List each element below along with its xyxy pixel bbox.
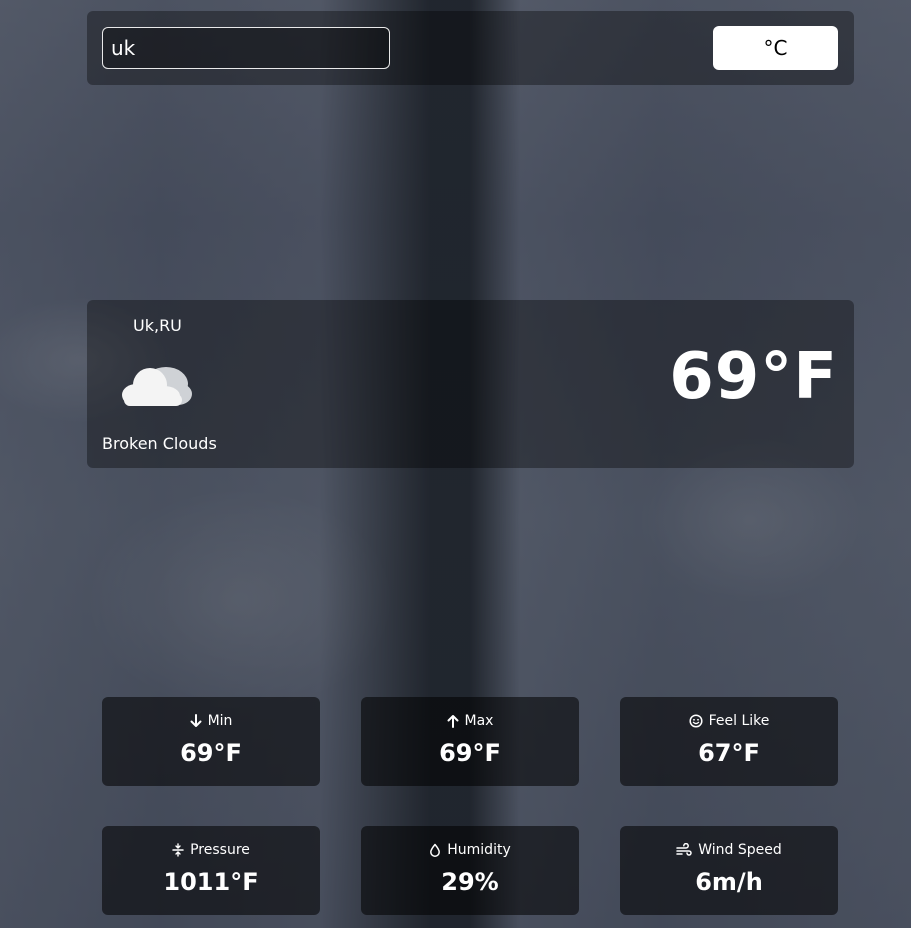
stat-card-pressure: Pressure 1011°F bbox=[102, 826, 320, 915]
arrow-up-icon bbox=[447, 715, 459, 728]
stat-label: Min bbox=[207, 713, 233, 729]
pressure-icon bbox=[172, 843, 184, 857]
stat-card-max: Max 69°F bbox=[361, 697, 579, 786]
stat-value: 67°F bbox=[698, 739, 760, 767]
current-temperature: 69°F bbox=[669, 340, 838, 414]
stat-value: 69°F bbox=[439, 739, 501, 767]
city-search-input[interactable] bbox=[102, 27, 390, 69]
stat-label: Pressure bbox=[190, 842, 250, 858]
stat-label: Humidity bbox=[447, 842, 511, 858]
unit-toggle-button[interactable]: °C bbox=[713, 26, 838, 70]
stat-card-min: Min 69°F bbox=[102, 697, 320, 786]
droplet-icon bbox=[430, 843, 441, 857]
stat-value: 1011°F bbox=[163, 868, 259, 896]
stat-label: Max bbox=[464, 713, 494, 729]
wind-icon bbox=[676, 843, 692, 856]
stat-card-humidity: Humidity 29% bbox=[361, 826, 579, 915]
stat-value: 6m/h bbox=[695, 868, 763, 896]
weather-description: Broken Clouds bbox=[102, 434, 217, 453]
stat-card-feels-like: Feel Like 67°F bbox=[620, 697, 838, 786]
stat-label: Wind Speed bbox=[698, 842, 782, 858]
stat-card-wind-speed: Wind Speed 6m/h bbox=[620, 826, 838, 915]
broken-clouds-icon bbox=[122, 367, 192, 406]
location-label: Uk,RU bbox=[133, 316, 182, 335]
smile-icon bbox=[689, 714, 703, 728]
arrow-down-icon bbox=[190, 714, 202, 727]
stat-label: Feel Like bbox=[708, 713, 770, 729]
stat-value: 29% bbox=[441, 868, 499, 896]
stat-value: 69°F bbox=[180, 739, 242, 767]
